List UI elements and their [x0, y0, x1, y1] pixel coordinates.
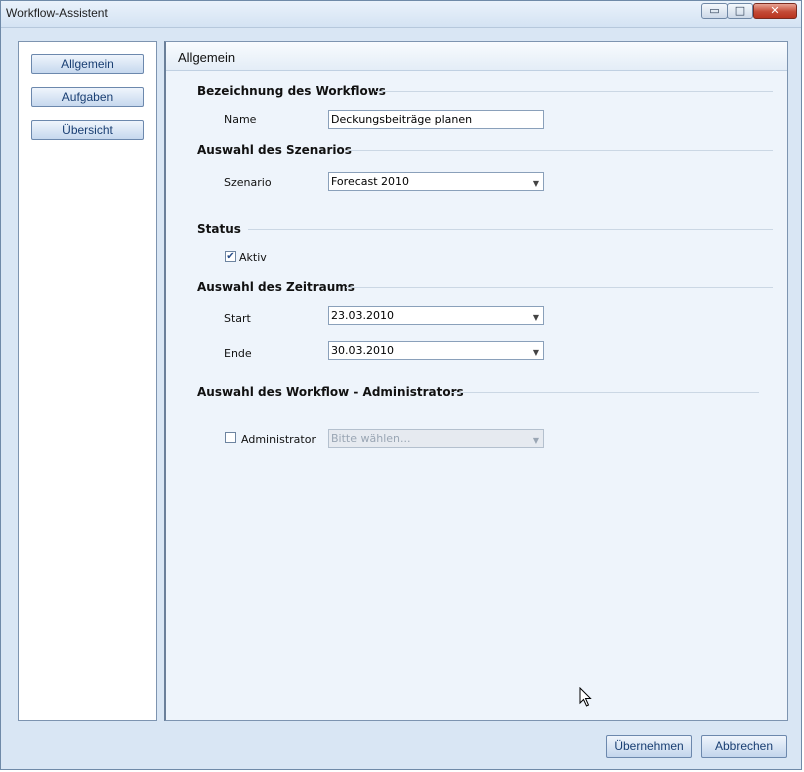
- nav-button-aufgaben[interactable]: Aufgaben: [31, 87, 144, 107]
- window-title: Workflow-Assistent: [6, 6, 108, 20]
- section-divider: [376, 91, 773, 92]
- maximize-icon: □: [734, 4, 746, 17]
- administrator-label: Administrator: [241, 433, 316, 446]
- navigation-pane: Allgemein Aufgaben Übersicht: [18, 41, 157, 721]
- scenario-label: Szenario: [224, 176, 272, 189]
- close-button[interactable]: ✕: [753, 3, 797, 19]
- section-divider: [248, 229, 773, 230]
- section-divider: [451, 392, 759, 393]
- nav-button-allgemein[interactable]: Allgemein: [31, 54, 144, 74]
- scenario-value: Forecast 2010: [331, 175, 410, 188]
- cancel-button[interactable]: Abbrechen: [701, 735, 787, 758]
- aktiv-label: Aktiv: [239, 251, 267, 264]
- chevron-down-icon: ▼: [532, 179, 539, 188]
- mouse-cursor-icon: [579, 687, 592, 707]
- end-label: Ende: [224, 347, 252, 360]
- chevron-down-icon: ▼: [532, 313, 539, 322]
- administrator-placeholder: Bitte wählen...: [331, 432, 411, 445]
- section-heading-workflow: Bezeichnung des Workflows: [197, 84, 386, 98]
- minimize-icon: ▭: [709, 4, 720, 17]
- chevron-down-icon: ▼: [532, 436, 539, 445]
- section-heading-scenario: Auswahl des Szenarios: [197, 143, 352, 157]
- administrator-dropdown: Bitte wählen... ▼: [328, 429, 544, 448]
- close-icon: ✕: [770, 4, 780, 17]
- workflow-assistant-window: Workflow-Assistent ▭ □ ✕ Allgemein Aufga…: [0, 0, 802, 770]
- panel-title: Allgemein: [178, 50, 236, 65]
- start-label: Start: [224, 312, 251, 325]
- check-icon: ✔: [226, 251, 235, 262]
- chevron-down-icon: ▼: [532, 348, 539, 357]
- end-date-value: 30.03.2010: [331, 344, 394, 357]
- name-label: Name: [224, 113, 257, 126]
- minimize-button[interactable]: ▭: [701, 3, 728, 19]
- section-heading-admin: Auswahl des Workflow - Administrators: [197, 385, 464, 399]
- panel-header: Allgemein: [166, 42, 787, 71]
- start-date-value: 23.03.2010: [331, 309, 394, 322]
- nav-button-uebersicht[interactable]: Übersicht: [31, 120, 144, 140]
- administrator-checkbox[interactable]: [225, 432, 236, 443]
- scenario-dropdown[interactable]: Forecast 2010 ▼: [328, 172, 544, 191]
- section-divider: [346, 287, 773, 288]
- section-divider: [346, 150, 773, 151]
- end-date-picker[interactable]: 30.03.2010 ▼: [328, 341, 544, 360]
- aktiv-checkbox[interactable]: ✔: [225, 251, 236, 262]
- maximize-button[interactable]: □: [727, 3, 753, 19]
- section-heading-period: Auswahl des Zeitraums: [197, 280, 355, 294]
- section-heading-status: Status: [197, 222, 241, 236]
- start-date-picker[interactable]: 23.03.2010 ▼: [328, 306, 544, 325]
- title-bar: Workflow-Assistent ▭ □ ✕: [1, 1, 801, 28]
- workflow-name-input[interactable]: Deckungsbeiträge planen: [328, 110, 544, 129]
- content-pane: Allgemein Bezeichnung des Workflows Name…: [164, 41, 788, 721]
- apply-button[interactable]: Übernehmen: [606, 735, 692, 758]
